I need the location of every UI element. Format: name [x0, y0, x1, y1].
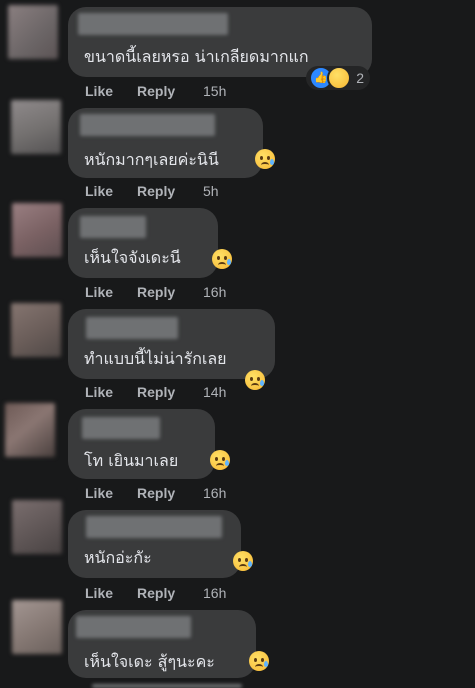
- comment-bubble: เห็นใจจังเดะนี: [68, 208, 218, 278]
- timestamp[interactable]: 16h: [203, 284, 226, 300]
- commenter-name[interactable]: [80, 114, 215, 136]
- sad-but-relieved-face-icon: [212, 249, 232, 269]
- comment-text: เห็นใจจังเดะนี: [84, 248, 181, 267]
- commenter-name[interactable]: [78, 13, 228, 35]
- avatar[interactable]: [11, 100, 61, 154]
- comment-bubble: หนักมากๆเลยค่ะนินี: [68, 108, 263, 178]
- comment-text: หนักมากๆเลยค่ะนินี: [84, 150, 219, 169]
- timestamp[interactable]: 16h: [203, 485, 226, 501]
- like-button[interactable]: Like: [85, 183, 113, 199]
- next-comment-preview: [92, 684, 242, 688]
- comment-bubble: เห็นใจเดะ สู้ๆนะคะ: [68, 610, 256, 678]
- commenter-name[interactable]: [86, 516, 222, 538]
- avatar[interactable]: [12, 203, 62, 257]
- timestamp[interactable]: 5h: [203, 183, 219, 199]
- comment-text: โท เยินมาเลย: [84, 451, 179, 470]
- avatar[interactable]: [11, 303, 61, 357]
- avatar[interactable]: [12, 500, 62, 554]
- like-button[interactable]: Like: [85, 585, 113, 601]
- sad-but-relieved-face-icon: [210, 450, 230, 470]
- sad-but-relieved-face-icon: [255, 149, 275, 169]
- comment-text: หนักอ่ะกัะ: [84, 548, 152, 567]
- reply-button[interactable]: Reply: [137, 83, 175, 99]
- sad-face-icon: [327, 66, 352, 90]
- comment-text: ขนาดนี้เลยหรอ น่าเกลียดมากแก: [84, 47, 309, 66]
- like-button[interactable]: Like: [85, 83, 113, 99]
- reply-button[interactable]: Reply: [137, 284, 175, 300]
- reaction-count: 2: [356, 70, 364, 86]
- reaction-summary[interactable]: 👍 2: [306, 66, 370, 90]
- like-button[interactable]: Like: [85, 284, 113, 300]
- avatar[interactable]: [12, 600, 62, 654]
- reply-button[interactable]: Reply: [137, 585, 175, 601]
- reply-button[interactable]: Reply: [137, 183, 175, 199]
- like-button[interactable]: Like: [85, 485, 113, 501]
- avatar[interactable]: [5, 403, 55, 457]
- commenter-name[interactable]: [86, 317, 178, 339]
- sad-but-relieved-face-icon: [249, 651, 269, 671]
- reply-button[interactable]: Reply: [137, 485, 175, 501]
- timestamp[interactable]: 14h: [203, 384, 226, 400]
- comment-text: ทำแบบนี้ไม่น่ารักเลย: [84, 349, 227, 368]
- commenter-name[interactable]: [80, 216, 146, 238]
- comment-bubble: ทำแบบนี้ไม่น่ารักเลย: [68, 309, 275, 379]
- timestamp[interactable]: 16h: [203, 585, 226, 601]
- sad-but-relieved-face-icon: [245, 370, 265, 390]
- avatar[interactable]: [8, 5, 58, 59]
- commenter-name[interactable]: [76, 616, 191, 638]
- comment-bubble: โท เยินมาเลย: [68, 409, 215, 479]
- reply-button[interactable]: Reply: [137, 384, 175, 400]
- timestamp[interactable]: 15h: [203, 83, 226, 99]
- comment-bubble: หนักอ่ะกัะ: [68, 510, 241, 578]
- like-button[interactable]: Like: [85, 384, 113, 400]
- sad-but-relieved-face-icon: [233, 551, 253, 571]
- comment-text: เห็นใจเดะ สู้ๆนะคะ: [84, 652, 215, 671]
- commenter-name[interactable]: [82, 417, 160, 439]
